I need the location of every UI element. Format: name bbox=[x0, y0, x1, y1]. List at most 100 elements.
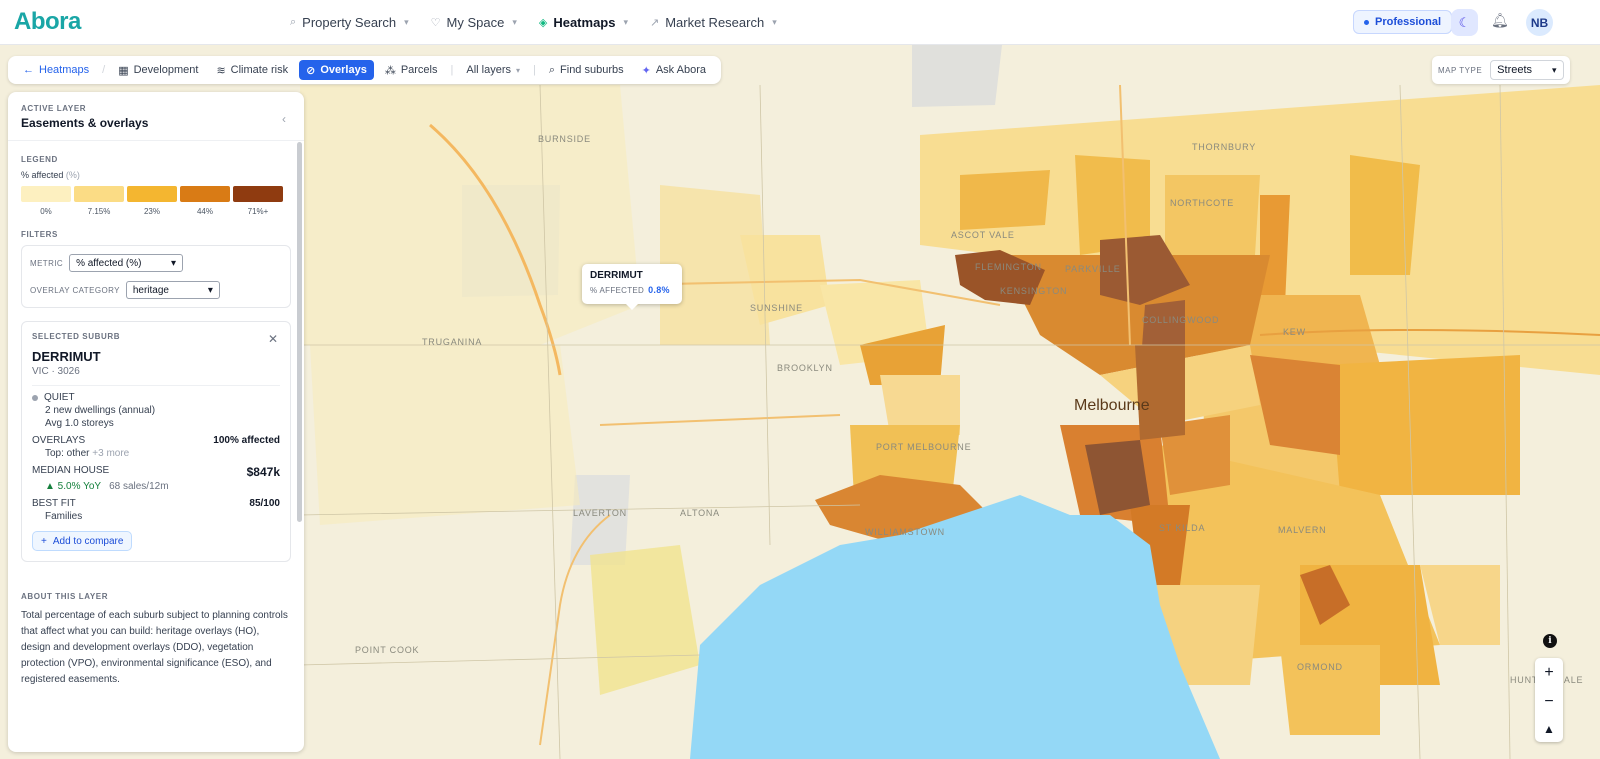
search-icon: ⌕ bbox=[548, 63, 556, 76]
arrow-left-icon: ← bbox=[23, 64, 34, 76]
nav-market-research[interactable]: ↗ Market Research ▾ bbox=[650, 15, 777, 30]
map-type-select[interactable]: Streets ▾ bbox=[1490, 60, 1564, 80]
legend-label: 23% bbox=[143, 207, 160, 216]
plus-icon: + bbox=[41, 535, 47, 547]
legend-label: 71%+ bbox=[247, 207, 269, 216]
median-row: MEDIAN HOUSE $847k bbox=[32, 465, 280, 479]
compass-icon[interactable]: ▲ bbox=[1543, 722, 1555, 736]
map-suburb-label: WILLIAMSTOWN bbox=[865, 527, 945, 537]
back-to-heatmaps-button[interactable]: ← Heatmaps bbox=[16, 60, 96, 80]
map-suburb-label: TRUGANINA bbox=[422, 337, 483, 347]
search-icon: ⌕ bbox=[290, 16, 297, 28]
map-suburb-label: ST KILDA bbox=[1159, 523, 1206, 533]
collapse-panel-icon[interactable]: ‹ bbox=[282, 112, 286, 126]
map-suburb-label: PORT MELBOURNE bbox=[876, 442, 972, 452]
about-caption: ABOUT THIS LAYER bbox=[21, 592, 109, 601]
selected-suburb-card: SELECTED SUBURB ✕ DERRIMUT VIC · 3026 QU… bbox=[21, 321, 291, 562]
ban-icon: ⊘ bbox=[306, 64, 316, 77]
find-suburbs-button[interactable]: ⌕ Find suburbs bbox=[542, 60, 631, 80]
tab-parcels[interactable]: ⁂ Parcels bbox=[378, 60, 445, 80]
plan-badge[interactable]: Professional bbox=[1353, 10, 1453, 34]
median-growth: ▲ 5.0% YoY 68 sales/12m bbox=[45, 481, 169, 492]
map-suburb bbox=[1320, 355, 1520, 495]
map-suburb bbox=[1135, 345, 1185, 440]
tooltip-metric: % AFFECTED 0.8% bbox=[590, 285, 670, 295]
map-suburb-label: SUNSHINE bbox=[750, 303, 803, 313]
trend-icon: ↗ bbox=[650, 17, 660, 29]
app-logo[interactable]: Abora bbox=[14, 8, 81, 36]
tab-climate-risk[interactable]: ≋ Climate risk bbox=[209, 60, 295, 80]
tab-development[interactable]: ▦ Development bbox=[111, 60, 205, 80]
legend-swatch bbox=[21, 186, 71, 202]
panel-scrollbar[interactable] bbox=[297, 142, 302, 522]
map-type-control: MAP TYPE Streets ▾ bbox=[1432, 56, 1570, 84]
map-suburb bbox=[300, 85, 640, 345]
add-to-compare-button[interactable]: + Add to compare bbox=[32, 531, 133, 551]
map-suburb bbox=[1260, 195, 1290, 305]
storeys-text: Avg 1.0 storeys bbox=[45, 418, 114, 429]
metric-filter-row: METRIC % affected (%) ▾ bbox=[30, 254, 282, 272]
overlay-category-select[interactable]: heritage ▾ bbox=[125, 281, 220, 299]
toolbar-separator: / bbox=[102, 64, 106, 76]
map-suburb-label: KEW bbox=[1283, 327, 1306, 337]
chevron-down-icon: ▾ bbox=[623, 17, 628, 27]
layer-toolbar: ← Heatmaps / ▦ Development ≋ Climate ris… bbox=[8, 56, 721, 84]
waves-icon: ≋ bbox=[216, 64, 226, 77]
nav-property-search[interactable]: ⌕ Property Search ▾ bbox=[290, 15, 409, 30]
map-suburb-label: KENSINGTON bbox=[1000, 286, 1068, 296]
chevron-down-icon: ▾ bbox=[772, 17, 777, 27]
layers-icon: ◈ bbox=[538, 17, 548, 29]
map-suburb bbox=[1350, 155, 1420, 275]
map-suburb bbox=[1165, 175, 1260, 255]
theme-toggle-button[interactable]: ☾ bbox=[1451, 9, 1478, 36]
map-type-label: MAP TYPE bbox=[1438, 65, 1483, 75]
chevron-down-icon: ▾ bbox=[515, 65, 520, 75]
legend-swatches bbox=[21, 186, 291, 202]
tab-overlays[interactable]: ⊘ Overlays bbox=[299, 60, 374, 80]
nav-my-space[interactable]: ♡ My Space ▾ bbox=[431, 15, 517, 30]
zoom-out-button[interactable]: − bbox=[1544, 693, 1553, 711]
map-suburb-label: ALTONA bbox=[680, 508, 720, 518]
chevron-down-icon: ▾ bbox=[171, 257, 177, 269]
chevron-down-icon: ▾ bbox=[404, 17, 409, 27]
map-suburb-label: NORTHCOTE bbox=[1170, 198, 1235, 208]
overlays-row: OVERLAYS 100% affected bbox=[32, 435, 280, 446]
legend-swatch bbox=[233, 186, 283, 202]
active-layer-title: Easements & overlays bbox=[21, 116, 149, 130]
toolbar-separator: | bbox=[533, 64, 536, 76]
chevron-down-icon: ▾ bbox=[1552, 64, 1557, 75]
nav-heatmaps[interactable]: ◈ Heatmaps ▾ bbox=[539, 15, 628, 30]
map-suburb-label: POINT COOK bbox=[355, 645, 420, 655]
tooltip-value: 0.8% bbox=[648, 285, 670, 295]
bell-icon[interactable]: 🔔︎ bbox=[1491, 12, 1509, 29]
map-suburb-label: ASCOT VALE bbox=[951, 230, 1015, 240]
zoom-controls: + − ▲ bbox=[1535, 658, 1563, 742]
layer-panel: ACTIVE LAYER Easements & overlays ‹ LEGE… bbox=[8, 92, 304, 752]
status-dot-icon bbox=[32, 394, 38, 401]
overlays-top: Top: other +3 more bbox=[45, 448, 130, 459]
user-avatar[interactable]: NB bbox=[1526, 9, 1553, 36]
heart-icon: ♡ bbox=[430, 17, 441, 29]
plan-dot-icon bbox=[1364, 19, 1369, 25]
map-city-label: Melbourne bbox=[1074, 397, 1150, 414]
map-industrial-area bbox=[912, 45, 1002, 107]
close-icon[interactable]: ✕ bbox=[268, 332, 278, 346]
metric-select[interactable]: % affected (%) ▾ bbox=[69, 254, 184, 272]
legend-caption: LEGEND bbox=[21, 155, 58, 164]
suburb-name: DERRIMUT bbox=[32, 349, 101, 364]
chevron-down-icon: ▾ bbox=[512, 17, 517, 27]
ask-abora-button[interactable]: ✦ Ask Abora bbox=[635, 60, 713, 80]
parcels-icon: ⁂ bbox=[384, 64, 396, 77]
map-suburb-label: PARKVILLE bbox=[1065, 264, 1121, 274]
panel-header: ACTIVE LAYER Easements & overlays ‹ bbox=[8, 92, 304, 141]
moon-icon: ☾ bbox=[1458, 14, 1471, 30]
map-suburb-label: LAVERTON bbox=[573, 508, 627, 518]
info-icon[interactable]: i bbox=[1543, 634, 1557, 648]
zoom-in-button[interactable]: + bbox=[1544, 664, 1553, 682]
map-suburb-label: FLEMINGTON bbox=[975, 262, 1042, 272]
all-layers-dropdown[interactable]: All layers ▾ bbox=[459, 60, 527, 80]
divider bbox=[32, 385, 280, 386]
active-layer-caption: ACTIVE LAYER bbox=[21, 104, 87, 113]
suburb-location: VIC · 3026 bbox=[32, 366, 80, 377]
dwellings-text: 2 new dwellings (annual) bbox=[45, 405, 156, 416]
